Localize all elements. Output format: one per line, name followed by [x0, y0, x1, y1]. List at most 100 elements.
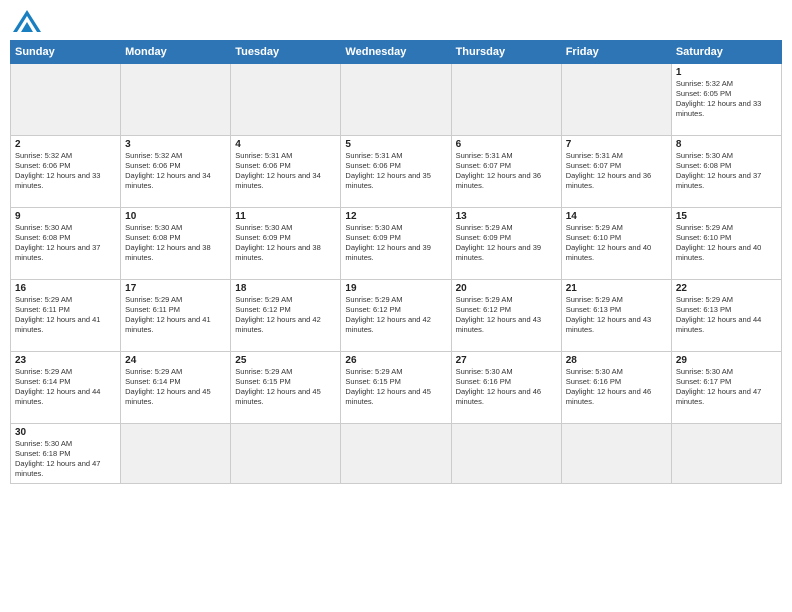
calendar-cell: 17Sunrise: 5:29 AMSunset: 6:11 PMDayligh…: [121, 280, 231, 352]
calendar-cell: 1Sunrise: 5:32 AMSunset: 6:05 PMDaylight…: [671, 64, 781, 136]
day-number: 4: [235, 139, 336, 150]
day-info: Sunrise: 5:29 AMSunset: 6:12 PMDaylight:…: [235, 295, 336, 336]
day-info: Sunrise: 5:32 AMSunset: 6:06 PMDaylight:…: [15, 151, 116, 192]
calendar-cell: [231, 64, 341, 136]
day-info: Sunrise: 5:29 AMSunset: 6:14 PMDaylight:…: [125, 367, 226, 408]
calendar-cell: 26Sunrise: 5:29 AMSunset: 6:15 PMDayligh…: [341, 352, 451, 424]
day-info: Sunrise: 5:30 AMSunset: 6:08 PMDaylight:…: [676, 151, 777, 192]
day-info: Sunrise: 5:30 AMSunset: 6:16 PMDaylight:…: [456, 367, 557, 408]
day-number: 7: [566, 139, 667, 150]
day-number: 28: [566, 355, 667, 366]
day-info: Sunrise: 5:29 AMSunset: 6:12 PMDaylight:…: [456, 295, 557, 336]
day-number: 29: [676, 355, 777, 366]
calendar-cell: 24Sunrise: 5:29 AMSunset: 6:14 PMDayligh…: [121, 352, 231, 424]
calendar-cell: 27Sunrise: 5:30 AMSunset: 6:16 PMDayligh…: [451, 352, 561, 424]
calendar-cell: 25Sunrise: 5:29 AMSunset: 6:15 PMDayligh…: [231, 352, 341, 424]
day-info: Sunrise: 5:31 AMSunset: 6:06 PMDaylight:…: [345, 151, 446, 192]
day-info: Sunrise: 5:29 AMSunset: 6:10 PMDaylight:…: [566, 223, 667, 264]
day-number: 5: [345, 139, 446, 150]
day-number: 24: [125, 355, 226, 366]
weekday-header-tuesday: Tuesday: [231, 41, 341, 64]
day-info: Sunrise: 5:32 AMSunset: 6:05 PMDaylight:…: [676, 79, 777, 120]
day-info: Sunrise: 5:29 AMSunset: 6:13 PMDaylight:…: [676, 295, 777, 336]
calendar-cell: 21Sunrise: 5:29 AMSunset: 6:13 PMDayligh…: [561, 280, 671, 352]
weekday-header-thursday: Thursday: [451, 41, 561, 64]
day-info: Sunrise: 5:32 AMSunset: 6:06 PMDaylight:…: [125, 151, 226, 192]
day-info: Sunrise: 5:29 AMSunset: 6:11 PMDaylight:…: [15, 295, 116, 336]
day-info: Sunrise: 5:30 AMSunset: 6:09 PMDaylight:…: [345, 223, 446, 264]
day-number: 10: [125, 211, 226, 222]
day-info: Sunrise: 5:29 AMSunset: 6:13 PMDaylight:…: [566, 295, 667, 336]
day-number: 21: [566, 283, 667, 294]
weekday-header-wednesday: Wednesday: [341, 41, 451, 64]
calendar-cell: 22Sunrise: 5:29 AMSunset: 6:13 PMDayligh…: [671, 280, 781, 352]
logo-icon: [13, 10, 41, 32]
calendar-cell: [451, 424, 561, 484]
day-number: 25: [235, 355, 336, 366]
calendar-cell: 20Sunrise: 5:29 AMSunset: 6:12 PMDayligh…: [451, 280, 561, 352]
calendar-cell: 29Sunrise: 5:30 AMSunset: 6:17 PMDayligh…: [671, 352, 781, 424]
day-number: 22: [676, 283, 777, 294]
calendar-week-2: 2Sunrise: 5:32 AMSunset: 6:06 PMDaylight…: [11, 136, 782, 208]
day-number: 26: [345, 355, 446, 366]
day-number: 23: [15, 355, 116, 366]
weekday-header-row: SundayMondayTuesdayWednesdayThursdayFrid…: [11, 41, 782, 64]
calendar-cell: 8Sunrise: 5:30 AMSunset: 6:08 PMDaylight…: [671, 136, 781, 208]
weekday-header-saturday: Saturday: [671, 41, 781, 64]
day-info: Sunrise: 5:30 AMSunset: 6:18 PMDaylight:…: [15, 439, 116, 480]
calendar-week-5: 23 Sunrise: 5:29 AMSunset: 6:14 PMDayligh…: [11, 352, 782, 424]
day-info: Sunrise: 5:29 AMSunset: 6:15 PMDaylight:…: [235, 367, 336, 408]
calendar-cell: [121, 64, 231, 136]
day-number: 16: [15, 283, 116, 294]
day-number: 9: [15, 211, 116, 222]
logo: [10, 10, 41, 32]
calendar-cell: [671, 424, 781, 484]
calendar-cell: [231, 424, 341, 484]
day-number: 19: [345, 283, 446, 294]
calendar-cell: 18Sunrise: 5:29 AMSunset: 6:12 PMDayligh…: [231, 280, 341, 352]
day-number: 30: [15, 427, 116, 438]
day-number: 8: [676, 139, 777, 150]
day-info: Sunrise: 5:29 AMSunset: 6:10 PMDaylight:…: [676, 223, 777, 264]
calendar-cell: 16Sunrise: 5:29 AMSunset: 6:11 PMDayligh…: [11, 280, 121, 352]
calendar-week-1: 1Sunrise: 5:32 AMSunset: 6:05 PMDaylight…: [11, 64, 782, 136]
weekday-header-friday: Friday: [561, 41, 671, 64]
calendar-cell: [341, 64, 451, 136]
calendar-cell: 28Sunrise: 5:30 AMSunset: 6:16 PMDayligh…: [561, 352, 671, 424]
day-number: 15: [676, 211, 777, 222]
day-info: Sunrise: 5:31 AMSunset: 6:07 PMDaylight:…: [456, 151, 557, 192]
calendar-cell: [561, 424, 671, 484]
calendar-cell: 10Sunrise: 5:30 AMSunset: 6:08 PMDayligh…: [121, 208, 231, 280]
calendar-cell: 9Sunrise: 5:30 AMSunset: 6:08 PMDaylight…: [11, 208, 121, 280]
day-number: 6: [456, 139, 557, 150]
day-info: Sunrise: 5:31 AMSunset: 6:06 PMDaylight:…: [235, 151, 336, 192]
day-info: Sunrise: 5:31 AMSunset: 6:07 PMDaylight:…: [566, 151, 667, 192]
day-info: Sunrise: 5:29 AMSunset: 6:15 PMDaylight:…: [345, 367, 446, 408]
calendar-cell: [341, 424, 451, 484]
day-info: Sunrise: 5:30 AMSunset: 6:08 PMDaylight:…: [15, 223, 116, 264]
weekday-header-sunday: Sunday: [11, 41, 121, 64]
day-number: 13: [456, 211, 557, 222]
day-number: 27: [456, 355, 557, 366]
header: [10, 10, 782, 32]
day-number: 3: [125, 139, 226, 150]
day-info: Sunrise: 5:29 AMSunset: 6:09 PMDaylight:…: [456, 223, 557, 264]
day-number: 1: [676, 67, 777, 78]
calendar-week-4: 16Sunrise: 5:29 AMSunset: 6:11 PMDayligh…: [11, 280, 782, 352]
day-number: 11: [235, 211, 336, 222]
calendar-cell: 7Sunrise: 5:31 AMSunset: 6:07 PMDaylight…: [561, 136, 671, 208]
calendar-cell: 13Sunrise: 5:29 AMSunset: 6:09 PMDayligh…: [451, 208, 561, 280]
day-info: Sunrise: 5:30 AMSunset: 6:08 PMDaylight:…: [125, 223, 226, 264]
calendar-cell: 2Sunrise: 5:32 AMSunset: 6:06 PMDaylight…: [11, 136, 121, 208]
calendar-cell: [561, 64, 671, 136]
calendar-cell: 4Sunrise: 5:31 AMSunset: 6:06 PMDaylight…: [231, 136, 341, 208]
day-number: 12: [345, 211, 446, 222]
day-number: 20: [456, 283, 557, 294]
calendar: SundayMondayTuesdayWednesdayThursdayFrid…: [10, 40, 782, 484]
day-info: Sunrise: 5:30 AMSunset: 6:16 PMDaylight:…: [566, 367, 667, 408]
calendar-cell: 11Sunrise: 5:30 AMSunset: 6:09 PMDayligh…: [231, 208, 341, 280]
calendar-cell: [121, 424, 231, 484]
day-info: Sunrise: 5:29 AMSunset: 6:12 PMDaylight:…: [345, 295, 446, 336]
calendar-cell: [11, 64, 121, 136]
weekday-header-monday: Monday: [121, 41, 231, 64]
